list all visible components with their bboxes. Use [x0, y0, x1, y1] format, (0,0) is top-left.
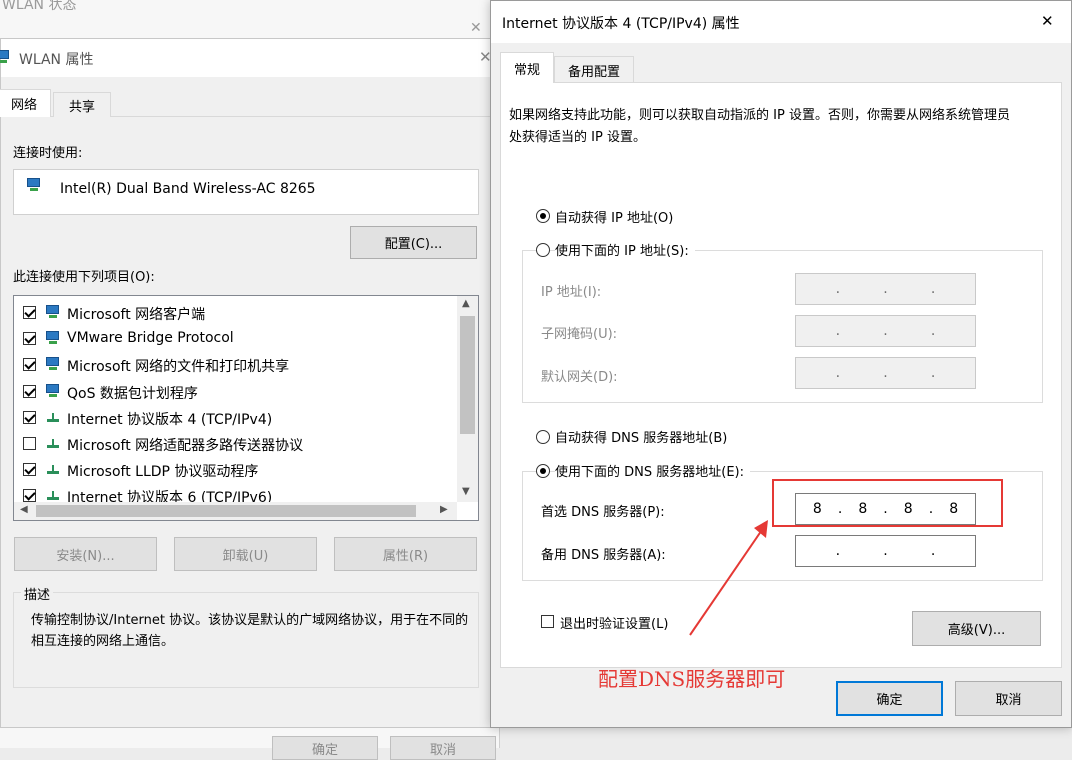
- adapter-icon: [26, 178, 42, 192]
- close-icon[interactable]: ✕: [1041, 12, 1054, 30]
- scroll-right-icon[interactable]: ▶: [440, 504, 448, 515]
- list-item[interactable]: QoS 数据包计划程序: [14, 381, 454, 403]
- protocol-icon: [45, 462, 61, 476]
- manual-dns-label[interactable]: 使用下面的 DNS 服务器地址(E):: [555, 461, 750, 480]
- item-label: Microsoft 网络适配器多路传送器协议: [67, 438, 304, 454]
- item-label: Internet 协议版本 4 (TCP/IPv4): [67, 411, 273, 428]
- vertical-scrollbar[interactable]: ▲ ▼: [457, 296, 478, 502]
- uninstall-button[interactable]: 卸载(U): [174, 537, 317, 571]
- gateway-input: ...: [795, 357, 976, 389]
- preferred-dns-label: 首选 DNS 服务器(P):: [541, 505, 665, 520]
- item-checkbox[interactable]: [23, 384, 36, 398]
- wlan-properties-window: WLAN 属性 ✕ 网络 共享 连接时使用: Intel(R) Dual Ban…: [0, 38, 496, 728]
- protocol-icon: [45, 436, 61, 450]
- tab-network[interactable]: 网络: [0, 89, 51, 117]
- item-checkbox[interactable]: [23, 358, 36, 372]
- validate-checkbox[interactable]: [541, 615, 554, 628]
- ip-address-input: ...: [795, 273, 976, 305]
- protocol-icon: [45, 410, 61, 424]
- item-label: Microsoft 网络客户端: [67, 307, 206, 323]
- scroll-down-icon[interactable]: ▼: [462, 486, 470, 497]
- list-item[interactable]: Internet 协议版本 4 (TCP/IPv4): [14, 406, 454, 429]
- general-tab-panel: 如果网络支持此功能，则可以获取自动指派的 IP 设置。否则，你需要从网络系统管理…: [500, 82, 1062, 668]
- gateway-label: 默认网关(D):: [541, 370, 618, 385]
- wlan-title-icon: [0, 50, 11, 64]
- configure-button[interactable]: 配置(C)...: [350, 226, 477, 259]
- list-item[interactable]: Microsoft 网络客户端: [14, 302, 454, 324]
- network-client-icon: [45, 357, 61, 371]
- item-checkbox[interactable]: [23, 437, 36, 450]
- title-bar: WLAN 属性 ✕: [0, 39, 496, 77]
- validate-label[interactable]: 退出时验证设置(L): [560, 613, 668, 632]
- list-item[interactable]: Microsoft 网络的文件和打印机共享: [14, 354, 454, 376]
- item-checkbox[interactable]: [23, 332, 36, 346]
- scroll-up-icon[interactable]: ▲: [462, 298, 470, 309]
- auto-ip-label[interactable]: 自动获得 IP 地址(O): [555, 207, 673, 226]
- auto-dns-label[interactable]: 自动获得 DNS 服务器地址(B): [555, 427, 727, 446]
- title-bar: Internet 协议版本 4 (TCP/IPv4) 属性 ✕: [491, 1, 1071, 43]
- network-client-icon: [45, 383, 61, 398]
- status-cancel-button[interactable]: 取消: [390, 736, 496, 760]
- manual-dns-radio[interactable]: [536, 464, 550, 478]
- item-checkbox[interactable]: [23, 410, 36, 424]
- horizontal-scrollbar[interactable]: ◀ ▶: [14, 502, 457, 520]
- item-label: QoS 数据包计划程序: [67, 385, 198, 402]
- annotation-arrow: [689, 520, 768, 636]
- item-checkbox[interactable]: [23, 489, 36, 503]
- item-label: Microsoft LLDP 协议驱动程序: [67, 464, 259, 481]
- ok-button[interactable]: 确定: [836, 681, 943, 716]
- subnet-mask-input: ...: [795, 315, 976, 347]
- ip-address-label: IP 地址(I):: [541, 285, 602, 300]
- properties-button[interactable]: 属性(R): [334, 537, 477, 571]
- adapter-box: Intel(R) Dual Band Wireless-AC 8265: [13, 169, 479, 215]
- manual-ip-radio[interactable]: [536, 243, 550, 257]
- auto-ip-radio[interactable]: [536, 209, 550, 223]
- tab-sharing[interactable]: 共享: [53, 92, 111, 117]
- network-client-icon: [45, 305, 61, 319]
- scroll-thumb[interactable]: [460, 316, 475, 434]
- item-checkbox[interactable]: [23, 306, 36, 319]
- dns-highlight-box: [772, 479, 1003, 527]
- description-text: 传输控制协议/Internet 协议。该协议是默认的广域网络协议，用于在不同的相…: [31, 613, 469, 649]
- ipv4-properties-dialog: Internet 协议版本 4 (TCP/IPv4) 属性 ✕ 常规 备用配置 …: [490, 0, 1072, 728]
- install-button[interactable]: 安装(N)...: [14, 537, 157, 571]
- list-item[interactable]: Microsoft LLDP 协议驱动程序: [14, 459, 454, 481]
- auto-dns-radio[interactable]: [536, 430, 550, 444]
- list-item[interactable]: Microsoft 网络适配器多路传送器协议: [14, 433, 454, 455]
- intro-text: 如果网络支持此功能，则可以获取自动指派的 IP 设置。否则，你需要从网络系统管理…: [509, 108, 1010, 145]
- dialog-title: Internet 协议版本 4 (TCP/IPv4) 属性: [502, 16, 740, 32]
- close-icon[interactable]: ✕: [470, 20, 482, 36]
- adapter-name: Intel(R) Dual Band Wireless-AC 8265: [60, 181, 316, 197]
- annotation-text: 配置DNS服务器即可: [598, 667, 786, 691]
- item-label: VMware Bridge Protocol: [67, 330, 234, 347]
- h-scroll-thumb[interactable]: [36, 505, 416, 517]
- items-label: 此连接使用下列项目(O):: [13, 270, 155, 285]
- tab-alternate-config[interactable]: 备用配置: [554, 56, 634, 83]
- scroll-left-icon[interactable]: ◀: [20, 504, 28, 515]
- item-checkbox[interactable]: [23, 463, 36, 477]
- window-title: WLAN 属性: [19, 52, 94, 68]
- cancel-button[interactable]: 取消: [955, 681, 1062, 716]
- items-list[interactable]: Microsoft 网络客户端 VMware Bridge Protocol Mic…: [13, 295, 479, 521]
- connect-using-label: 连接时使用:: [13, 146, 83, 161]
- advanced-button[interactable]: 高级(V)...: [912, 611, 1041, 646]
- tab-general[interactable]: 常规: [500, 52, 554, 83]
- list-item[interactable]: VMware Bridge Protocol: [14, 328, 454, 350]
- manual-ip-label[interactable]: 使用下面的 IP 地址(S):: [555, 240, 695, 259]
- alternate-dns-input[interactable]: ...: [795, 535, 976, 567]
- alternate-dns-label: 备用 DNS 服务器(A):: [541, 548, 666, 563]
- subnet-mask-label: 子网掩码(U):: [541, 327, 618, 342]
- item-label: Microsoft 网络的文件和打印机共享: [67, 359, 290, 376]
- wlan-status-title: WLAN 状态: [2, 0, 77, 13]
- description-title: 描述: [21, 584, 54, 603]
- protocol-icon: [45, 488, 61, 502]
- status-ok-button[interactable]: 确定: [272, 736, 378, 760]
- network-client-icon: [45, 331, 61, 345]
